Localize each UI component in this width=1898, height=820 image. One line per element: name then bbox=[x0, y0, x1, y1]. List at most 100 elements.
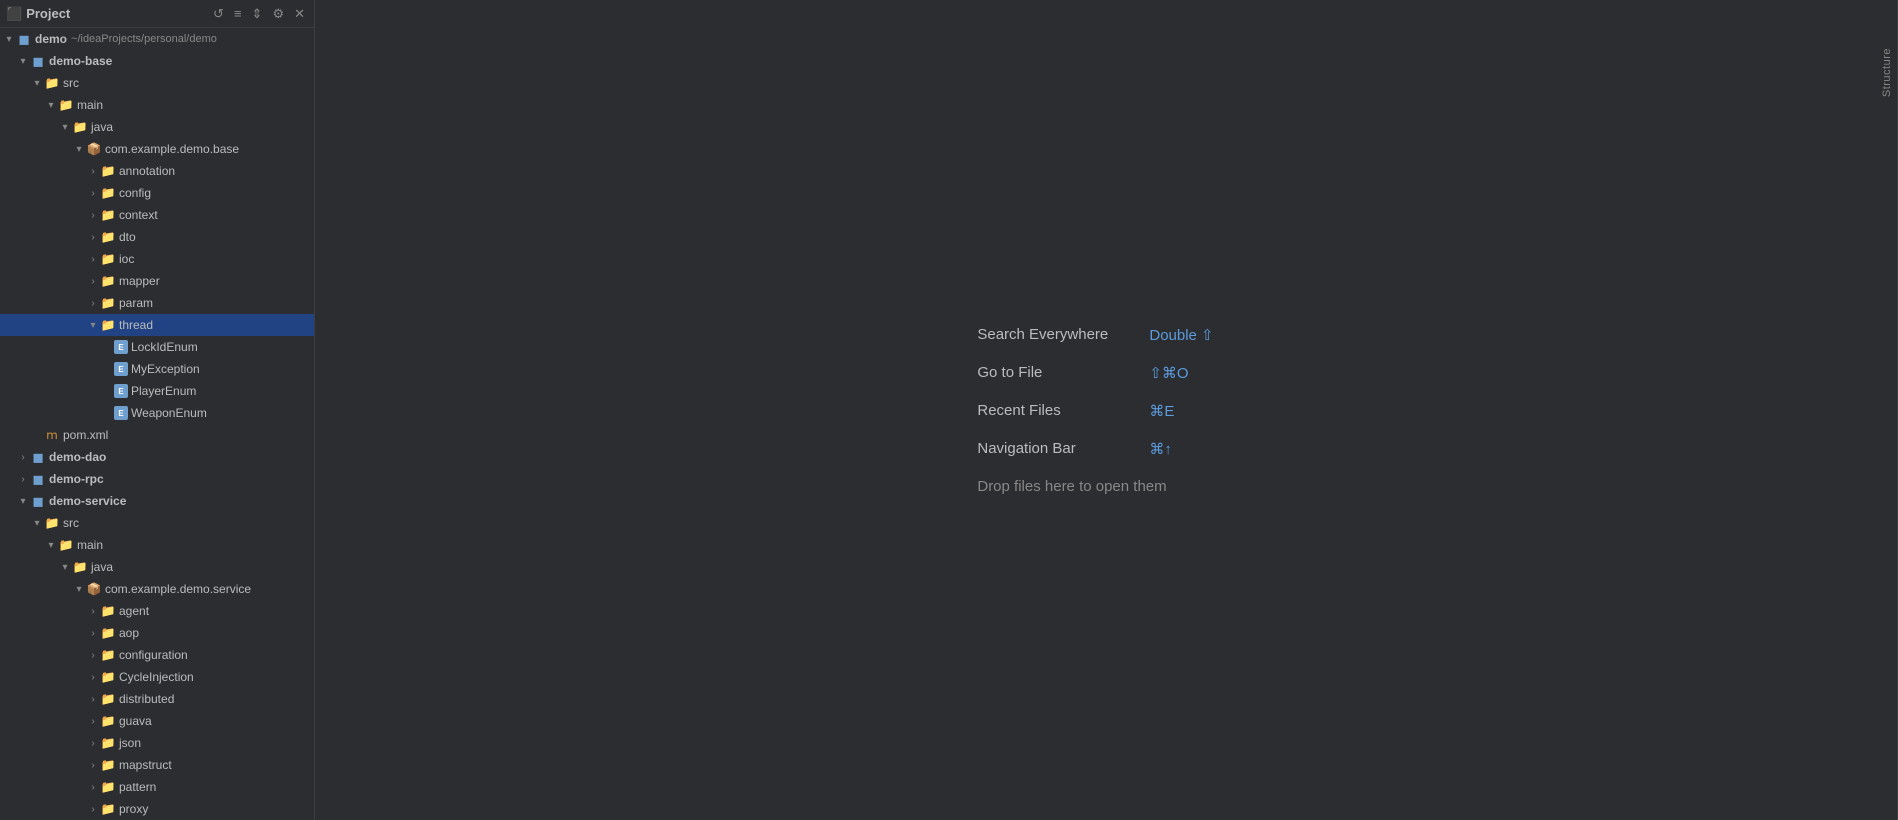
arrow-CycleInjection[interactable] bbox=[86, 672, 100, 683]
label-pkg-service: com.example.demo.service bbox=[105, 582, 251, 596]
folder-icon-mapstruct: 📁 bbox=[100, 757, 116, 773]
tree-item-WeaponEnum[interactable]: E WeaponEnum bbox=[0, 402, 314, 424]
arrow-pattern[interactable] bbox=[86, 782, 100, 793]
tree-item-dto[interactable]: 📁 dto bbox=[0, 226, 314, 248]
label-demo-base: demo-base bbox=[49, 54, 112, 68]
label-MyException: MyException bbox=[131, 362, 200, 376]
arrow-thread[interactable] bbox=[86, 320, 100, 331]
arrow-param[interactable] bbox=[86, 298, 100, 309]
panel-header: ⬛ Project ↺ ≡ ⇕ ⚙ ✕ bbox=[0, 0, 314, 28]
folder-icon-aop: 📁 bbox=[100, 625, 116, 641]
arrow-mapstruct[interactable] bbox=[86, 760, 100, 771]
label-mapper: mapper bbox=[119, 274, 160, 288]
arrow-src-2[interactable] bbox=[30, 518, 44, 529]
label-demo-root: demo bbox=[35, 32, 67, 46]
settings-button[interactable]: ⚙ bbox=[269, 4, 287, 24]
arrow-demo-rpc[interactable] bbox=[16, 474, 30, 485]
arrow-java-1[interactable] bbox=[58, 122, 72, 133]
recent-files-row: Recent Files ⌘E bbox=[977, 402, 1213, 420]
close-button[interactable]: ✕ bbox=[291, 4, 308, 24]
java-folder-icon-2: 📁 bbox=[72, 559, 88, 575]
arrow-proxy[interactable] bbox=[86, 804, 100, 815]
label-guava: guava bbox=[119, 714, 152, 728]
project-icon: ⬛ bbox=[6, 6, 22, 22]
tree-item-pkg-base[interactable]: 📦 com.example.demo.base bbox=[0, 138, 314, 160]
tree-item-context[interactable]: 📁 context bbox=[0, 204, 314, 226]
collapse-all-button[interactable]: ≡ bbox=[231, 4, 245, 23]
tree-item-CycleInjection[interactable]: 📁 CycleInjection bbox=[0, 666, 314, 688]
arrow-agent[interactable] bbox=[86, 606, 100, 617]
tree-item-main-2[interactable]: 📁 main bbox=[0, 534, 314, 556]
tree-item-pattern[interactable]: 📁 pattern bbox=[0, 776, 314, 798]
tree-item-main-1[interactable]: 📁 main bbox=[0, 94, 314, 116]
tree-item-proxy[interactable]: 📁 proxy bbox=[0, 798, 314, 820]
label-WeaponEnum: WeaponEnum bbox=[131, 406, 207, 420]
arrow-distributed[interactable] bbox=[86, 694, 100, 705]
tree-item-json[interactable]: 📁 json bbox=[0, 732, 314, 754]
expand-all-button[interactable]: ⇕ bbox=[249, 4, 266, 24]
label-demo-rpc: demo-rpc bbox=[49, 472, 104, 486]
tree-item-guava[interactable]: 📁 guava bbox=[0, 710, 314, 732]
tree-item-pkg-service[interactable]: 📦 com.example.demo.service bbox=[0, 578, 314, 600]
tree-item-annotation[interactable]: 📁 annotation bbox=[0, 160, 314, 182]
folder-icon-proxy: 📁 bbox=[100, 801, 116, 817]
folder-icon-json: 📁 bbox=[100, 735, 116, 751]
tree-item-agent[interactable]: 📁 agent bbox=[0, 600, 314, 622]
tree-item-demo-rpc[interactable]: ◼ demo-rpc bbox=[0, 468, 314, 490]
module-icon-base: ◼ bbox=[30, 53, 46, 69]
folder-icon-main-2: 📁 bbox=[58, 537, 74, 553]
enum-icon-LockIdEnum: E bbox=[114, 340, 128, 354]
tree-item-pom-xml[interactable]: 𝗆 pom.xml bbox=[0, 424, 314, 446]
tree-item-aop[interactable]: 📁 aop bbox=[0, 622, 314, 644]
tree-item-demo-dao[interactable]: ◼ demo-dao bbox=[0, 446, 314, 468]
arrow-configuration[interactable] bbox=[86, 650, 100, 661]
tree-item-src-2[interactable]: 📁 src bbox=[0, 512, 314, 534]
tree-item-java-2[interactable]: 📁 java bbox=[0, 556, 314, 578]
tree-item-mapstruct[interactable]: 📁 mapstruct bbox=[0, 754, 314, 776]
recent-files-shortcut: ⌘E bbox=[1149, 402, 1174, 420]
tree-item-configuration[interactable]: 📁 configuration bbox=[0, 644, 314, 666]
folder-icon-agent: 📁 bbox=[100, 603, 116, 619]
arrow-demo-dao[interactable] bbox=[16, 452, 30, 463]
tree-item-ioc[interactable]: 📁 ioc bbox=[0, 248, 314, 270]
arrow-guava[interactable] bbox=[86, 716, 100, 727]
tree-item-LockIdEnum[interactable]: E LockIdEnum bbox=[0, 336, 314, 358]
label-java-2: java bbox=[91, 560, 113, 574]
go-to-file-row: Go to File ⇧⌘O bbox=[977, 364, 1213, 382]
arrow-java-2[interactable] bbox=[58, 562, 72, 573]
arrow-src-1[interactable] bbox=[30, 78, 44, 89]
arrow-annotation[interactable] bbox=[86, 166, 100, 177]
arrow-config[interactable] bbox=[86, 188, 100, 199]
arrow-demo-root[interactable] bbox=[2, 34, 16, 45]
tree-item-java-1[interactable]: 📁 java bbox=[0, 116, 314, 138]
tree-item-MyException[interactable]: E MyException bbox=[0, 358, 314, 380]
tree-item-src-1[interactable]: 📁 src bbox=[0, 72, 314, 94]
reload-button[interactable]: ↺ bbox=[210, 4, 227, 24]
arrow-main-2[interactable] bbox=[44, 540, 58, 551]
arrow-json[interactable] bbox=[86, 738, 100, 749]
arrow-context[interactable] bbox=[86, 210, 100, 221]
search-everywhere-row: Search Everywhere Double ⇧ bbox=[977, 326, 1213, 344]
label-annotation: annotation bbox=[119, 164, 175, 178]
tree-item-mapper[interactable]: 📁 mapper bbox=[0, 270, 314, 292]
arrow-ioc[interactable] bbox=[86, 254, 100, 265]
arrow-demo-service[interactable] bbox=[16, 496, 30, 507]
tree-item-demo-service[interactable]: ◼ demo-service bbox=[0, 490, 314, 512]
arrow-pkg-base[interactable] bbox=[72, 144, 86, 155]
label-pom-xml: pom.xml bbox=[63, 428, 108, 442]
arrow-dto[interactable] bbox=[86, 232, 100, 243]
arrow-demo-base[interactable] bbox=[16, 56, 30, 67]
folder-icon-context: 📁 bbox=[100, 207, 116, 223]
module-icon-dao: ◼ bbox=[30, 449, 46, 465]
tree-item-thread[interactable]: 📁 thread bbox=[0, 314, 314, 336]
arrow-main-1[interactable] bbox=[44, 100, 58, 111]
tree-item-param[interactable]: 📁 param bbox=[0, 292, 314, 314]
tree-item-demo-root[interactable]: ◼ demo ~/ideaProjects/personal/demo bbox=[0, 28, 314, 50]
arrow-mapper[interactable] bbox=[86, 276, 100, 287]
tree-item-distributed[interactable]: 📁 distributed bbox=[0, 688, 314, 710]
arrow-pkg-service[interactable] bbox=[72, 584, 86, 595]
tree-item-demo-base[interactable]: ◼ demo-base bbox=[0, 50, 314, 72]
tree-item-PlayerEnum[interactable]: E PlayerEnum bbox=[0, 380, 314, 402]
tree-item-config[interactable]: 📁 config bbox=[0, 182, 314, 204]
arrow-aop[interactable] bbox=[86, 628, 100, 639]
